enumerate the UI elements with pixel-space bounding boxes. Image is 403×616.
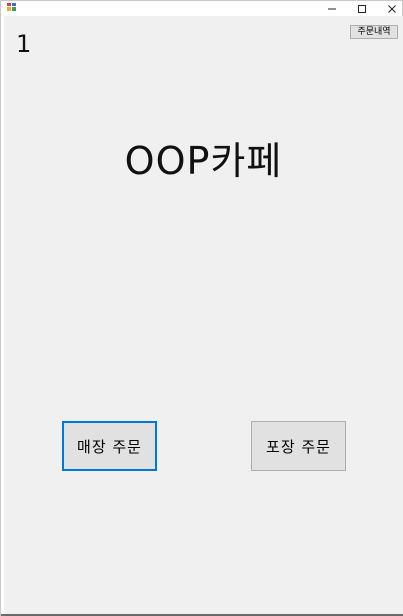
app-window: 1 주문내역 OOP카페 매장 주문 포장 주문 <box>0 0 403 616</box>
minimize-icon <box>328 8 336 9</box>
takeout-order-button[interactable]: 포장 주문 <box>251 421 346 471</box>
minimize-button[interactable] <box>317 1 347 16</box>
form-client-area: 1 주문내역 OOP카페 매장 주문 포장 주문 <box>4 16 403 614</box>
app-icon <box>6 2 17 12</box>
close-icon <box>388 4 396 13</box>
dine-in-order-button[interactable]: 매장 주문 <box>62 421 157 471</box>
maximize-icon <box>358 4 366 13</box>
close-button[interactable] <box>377 1 403 16</box>
title-bar[interactable] <box>1 1 402 16</box>
order-counter-label: 1 <box>16 30 32 58</box>
cafe-title: OOP카페 <box>124 139 283 183</box>
maximize-button[interactable] <box>347 1 377 16</box>
order-history-button[interactable]: 주문내역 <box>350 25 398 39</box>
